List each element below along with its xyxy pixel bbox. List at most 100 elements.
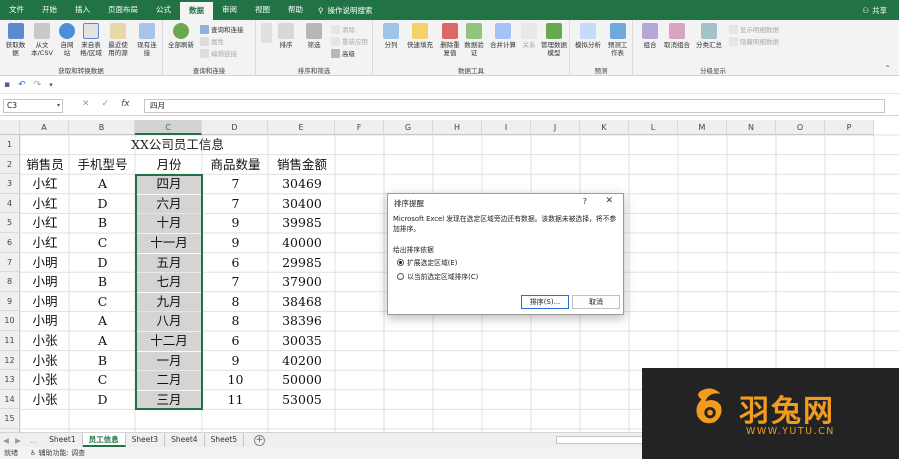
table-cell[interactable]: 40200 [269, 352, 335, 371]
menu-tab[interactable]: 开始 [33, 0, 66, 20]
check-icon[interactable]: ✓ [102, 99, 110, 109]
table-cell[interactable]: A [70, 175, 135, 194]
table-cell[interactable]: 小明 [21, 254, 69, 273]
table-cell[interactable]: 一月 [136, 351, 202, 371]
table-cell[interactable]: 小明 [21, 293, 69, 312]
table-cell[interactable]: B [70, 214, 135, 233]
row-header[interactable]: 1 [0, 135, 20, 155]
flash-fill-button[interactable]: 快速填充 [405, 23, 435, 49]
table-cell[interactable]: C [70, 293, 135, 312]
share-button[interactable]: ⚇ 共享 [862, 5, 899, 16]
from-text-button[interactable]: 从文本/CSV [29, 23, 55, 57]
row-header[interactable]: 7 [0, 252, 20, 273]
row-header[interactable]: 5 [0, 213, 20, 233]
row-header[interactable]: 11 [0, 331, 20, 351]
properties-button[interactable]: 属性 [200, 36, 224, 46]
row-header[interactable]: 15 [0, 409, 20, 429]
table-cell[interactable]: B [70, 273, 135, 292]
sheet-tab[interactable]: Sheet4 [165, 433, 205, 447]
table-cell[interactable]: D [70, 195, 135, 214]
sheet-tab[interactable]: 员工信息 [82, 433, 126, 447]
column-header[interactable]: A [20, 120, 69, 135]
column-header[interactable]: L [629, 120, 678, 135]
name-box[interactable]: C3 ▾ [3, 99, 63, 113]
reapply-button[interactable]: 重新应用 [331, 36, 368, 46]
column-header[interactable]: B [69, 120, 135, 135]
table-cell[interactable]: C [70, 371, 135, 390]
sheet-tab[interactable]: Sheet3 [126, 433, 166, 447]
column-header[interactable]: J [531, 120, 580, 135]
table-cell[interactable]: 七月 [136, 273, 202, 292]
tell-me-search[interactable]: ⚲ 操作说明搜索 [312, 5, 373, 16]
select-all-corner[interactable] [0, 120, 20, 135]
data-model-button[interactable]: 管理数据模型 [540, 23, 568, 57]
row-header[interactable]: 10 [0, 311, 20, 331]
table-cell[interactable]: 9 [203, 214, 268, 233]
column-header[interactable]: P [825, 120, 874, 135]
horizontal-scrollbar[interactable] [556, 436, 646, 444]
subtotal-button[interactable]: 分类汇总 [694, 23, 724, 49]
recent-sources-button[interactable]: 最近使用的源 [106, 23, 130, 57]
cancel-button[interactable]: 取消 [572, 295, 620, 309]
table-header-cell[interactable]: 手机型号 [70, 156, 135, 175]
function-icon[interactable]: fx [121, 99, 130, 109]
sort-az-button[interactable] [259, 23, 273, 45]
from-web-button[interactable]: 自网站 [58, 23, 76, 57]
table-cell[interactable]: 小张 [21, 391, 69, 410]
table-cell[interactable]: 小张 [21, 332, 69, 351]
table-cell[interactable]: 六月 [136, 194, 202, 214]
table-cell[interactable]: 7 [203, 195, 268, 214]
row-header[interactable]: 6 [0, 233, 20, 253]
table-cell[interactable]: 6 [203, 332, 268, 351]
table-cell[interactable]: 十二月 [136, 332, 202, 351]
relationships-button[interactable]: 关系 [519, 23, 539, 49]
table-cell[interactable]: A [70, 312, 135, 331]
table-cell[interactable]: D [70, 254, 135, 273]
text-to-columns-button[interactable]: 分列 [381, 23, 401, 49]
table-cell[interactable]: 50000 [269, 371, 335, 390]
get-data-button[interactable]: 获取数据 [3, 23, 28, 57]
next-sheet-icon[interactable]: ▶ [12, 436, 24, 445]
table-cell[interactable]: 小明 [21, 273, 69, 292]
table-header-cell[interactable]: 销售金额 [269, 156, 335, 175]
table-cell[interactable]: 30035 [269, 332, 335, 351]
table-cell[interactable]: 30469 [269, 175, 335, 194]
table-cell[interactable]: 二月 [136, 371, 202, 390]
column-header[interactable]: N [727, 120, 776, 135]
customize-toolbar-icon[interactable]: ▾ [49, 81, 53, 89]
table-cell[interactable]: 37900 [269, 273, 335, 292]
more-sheets[interactable]: ... [24, 436, 43, 445]
queries-connections-button[interactable]: 查询和连接 [200, 24, 244, 34]
table-cell[interactable]: 五月 [136, 253, 202, 273]
table-cell[interactable]: D [70, 391, 135, 410]
table-cell[interactable]: 三月 [136, 390, 202, 410]
table-cell[interactable]: 11 [203, 391, 268, 410]
column-header[interactable]: M [678, 120, 727, 135]
cancel-icon[interactable]: ✕ [82, 99, 90, 109]
close-icon[interactable]: ✕ [605, 196, 613, 206]
table-cell[interactable]: 7 [203, 273, 268, 292]
menu-tab[interactable]: 数据 [180, 2, 213, 20]
table-cell[interactable]: 38468 [269, 293, 335, 312]
row-header[interactable]: 8 [0, 272, 20, 292]
column-header[interactable]: E [268, 120, 335, 135]
table-cell[interactable]: B [70, 352, 135, 371]
row-header[interactable]: 13 [0, 370, 20, 390]
menu-tab[interactable]: 审阅 [213, 0, 246, 20]
table-cell[interactable]: 十月 [136, 214, 202, 233]
accessibility-status[interactable]: ♿ 辅助功能: 调查 [30, 448, 85, 458]
menu-tab[interactable]: 文件 [0, 0, 33, 20]
table-cell[interactable]: 7 [203, 175, 268, 194]
row-header[interactable]: 9 [0, 291, 20, 312]
column-header[interactable]: F [335, 120, 384, 135]
sort-button[interactable]: 排序(S)... [521, 295, 569, 309]
menu-tab[interactable]: 公式 [147, 0, 180, 20]
expand-selection-radio[interactable]: 扩展选定区域(E) [397, 257, 457, 267]
menu-tab[interactable]: 帮助 [279, 0, 312, 20]
ungroup-button[interactable]: 取消组合 [661, 23, 693, 49]
show-detail-button[interactable]: 显示明细数据 [729, 24, 779, 34]
table-cell[interactable]: 小红 [21, 234, 69, 253]
table-cell[interactable]: 8 [203, 312, 268, 331]
menu-tab[interactable]: 页面布局 [99, 0, 147, 20]
remove-duplicates-button[interactable]: 删除重复值 [438, 23, 462, 57]
